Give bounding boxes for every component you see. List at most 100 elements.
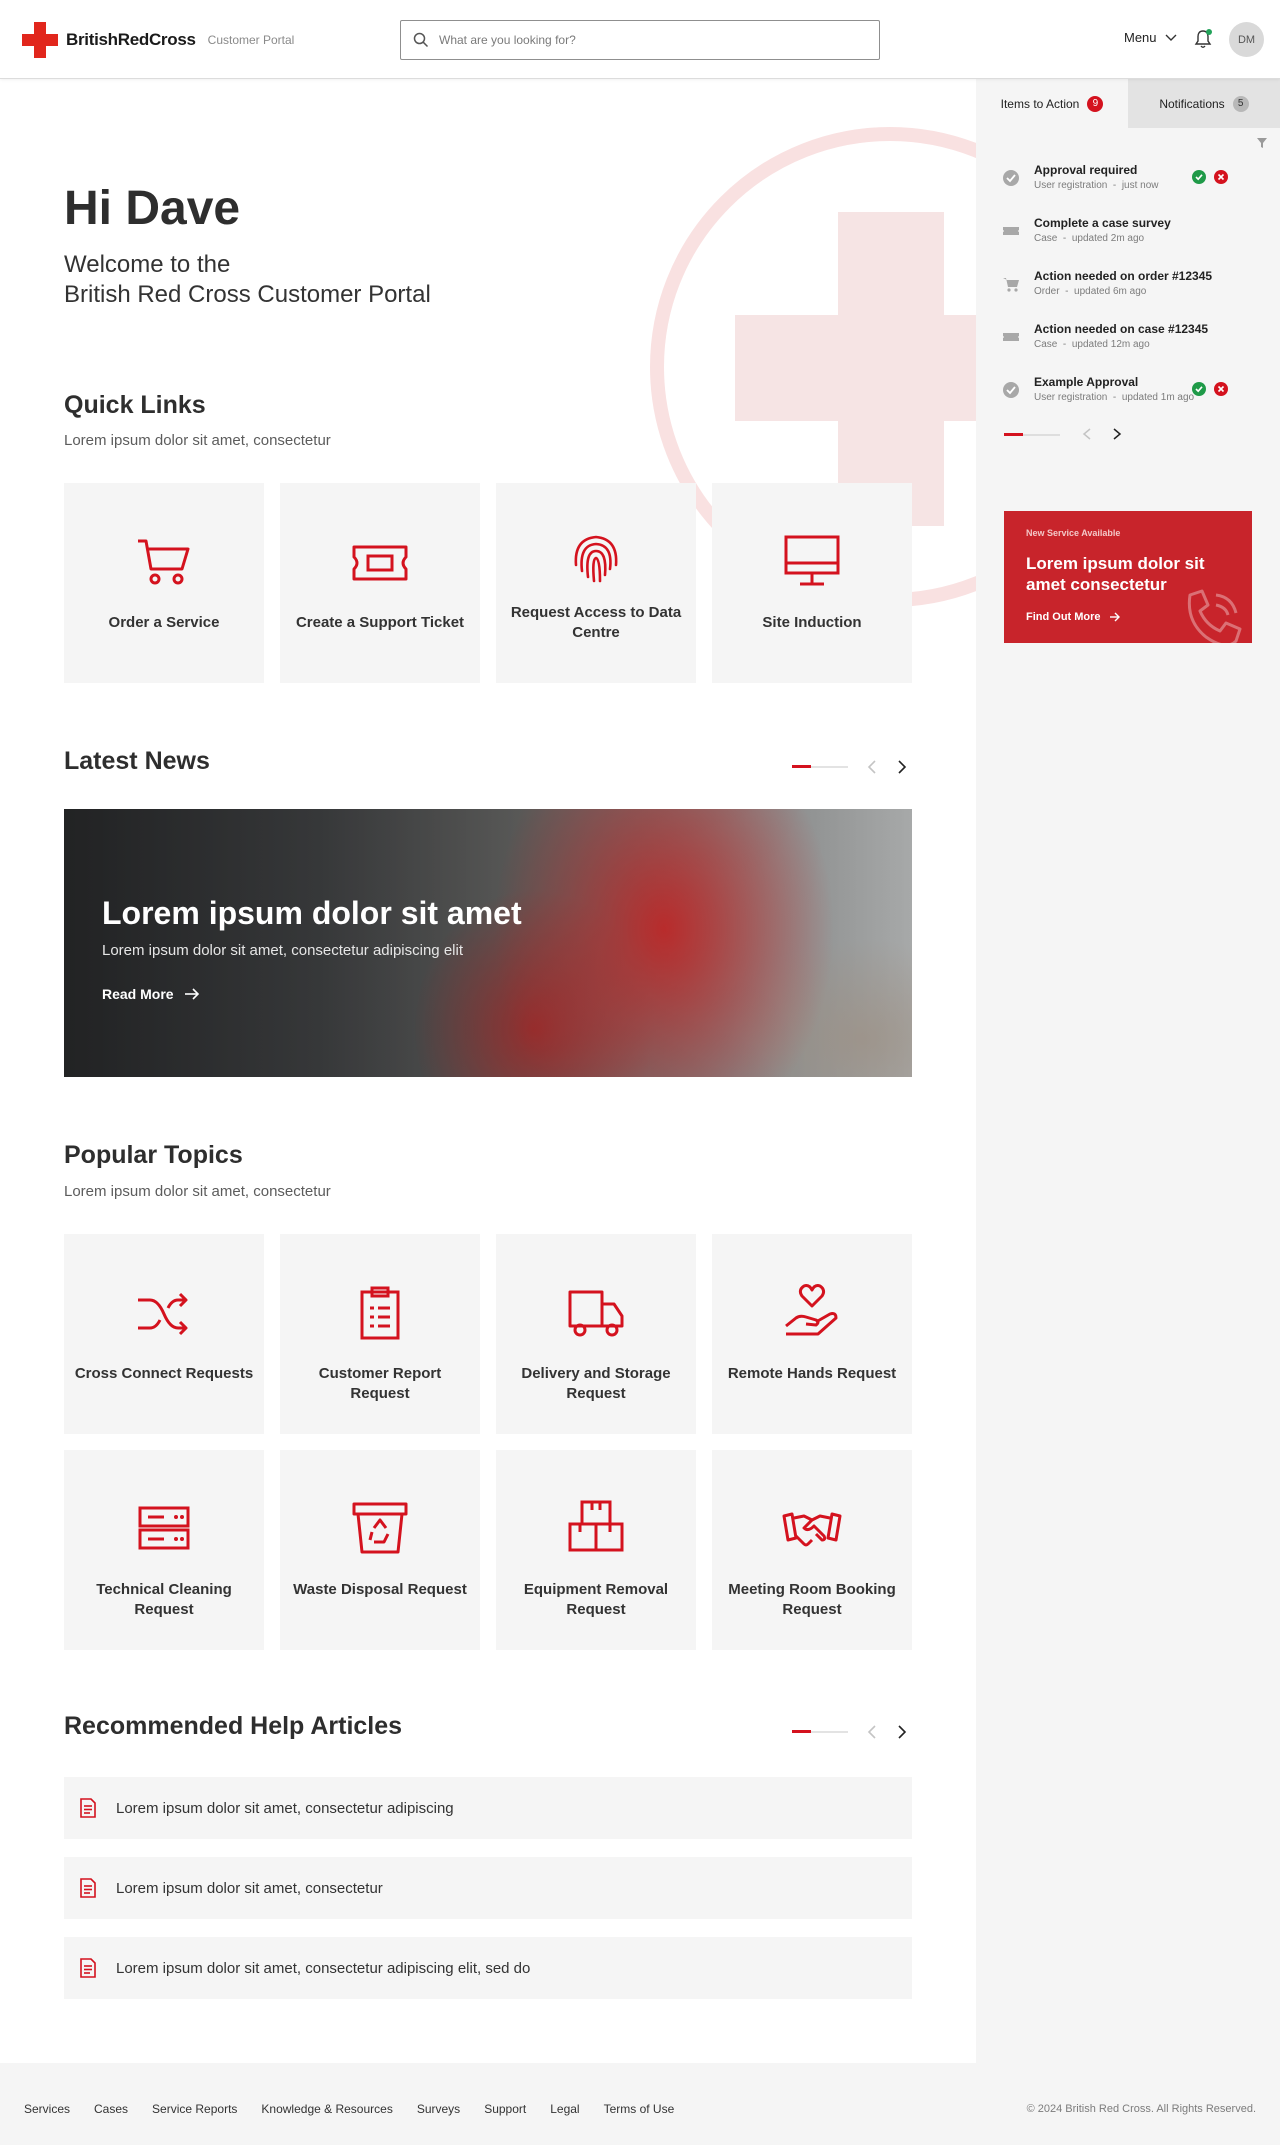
- action-item[interactable]: Example Approval User registration - upd…: [1002, 375, 1262, 419]
- topic-equipment-removal[interactable]: Equipment Removal Request: [496, 1450, 696, 1650]
- topic-delivery-storage[interactable]: Delivery and Storage Request: [496, 1234, 696, 1434]
- news-headline: Lorem ipsum dolor sit amet: [102, 895, 522, 931]
- help-article-item[interactable]: Lorem ipsum dolor sit amet, consectetur …: [64, 1937, 912, 1999]
- shuffle-icon: [138, 1292, 188, 1336]
- greeting-heading: Hi Dave: [64, 182, 241, 235]
- find-out-more-link[interactable]: Find Out More: [1026, 611, 1121, 623]
- close-icon: [1217, 173, 1225, 181]
- chevron-left-icon[interactable]: [1080, 427, 1094, 441]
- news-hero-card[interactable]: Lorem ipsum dolor sit amet Lorem ipsum d…: [64, 809, 912, 1077]
- promo-card[interactable]: New Service Available Lorem ipsum dolor …: [1004, 511, 1252, 643]
- approve-button[interactable]: [1192, 382, 1206, 396]
- footer-link-terms[interactable]: Terms of Use: [604, 2102, 675, 2116]
- action-item[interactable]: Complete a case survey Case - updated 2m…: [1002, 216, 1262, 260]
- action-item[interactable]: Approval required User registration - ju…: [1002, 163, 1262, 207]
- tile-label: Meeting Room Booking Request: [728, 1581, 896, 1618]
- chevron-right-icon[interactable]: [894, 1724, 910, 1740]
- handshake-icon: [782, 1512, 842, 1547]
- check-icon: [1195, 386, 1203, 393]
- chevron-right-icon[interactable]: [1110, 427, 1124, 441]
- quick-link-data-centre-access[interactable]: Request Access to Data Centre: [496, 483, 696, 683]
- footer-links: Services Cases Service Reports Knowledge…: [24, 2102, 698, 2116]
- notification-dot: [1206, 29, 1212, 35]
- avatar[interactable]: DM: [1229, 22, 1264, 57]
- footer-link-service-reports[interactable]: Service Reports: [152, 2102, 237, 2116]
- read-more-link[interactable]: Read More: [102, 986, 200, 1002]
- tile-label: Equipment Removal Request: [523, 1581, 669, 1618]
- tile-label: Technical Cleaning Request: [96, 1581, 232, 1618]
- tile-label: Site Induction: [762, 614, 862, 631]
- topic-technical-cleaning[interactable]: Technical Cleaning Request: [64, 1450, 264, 1650]
- server-icon: [138, 1506, 190, 1550]
- find-out-more-label: Find Out More: [1026, 611, 1101, 623]
- chevron-left-icon[interactable]: [864, 1724, 880, 1740]
- truck-icon: [568, 1290, 624, 1337]
- help-article-label: Lorem ipsum dolor sit amet, consectetur: [116, 1879, 383, 1897]
- footer-link-legal[interactable]: Legal: [550, 2102, 579, 2116]
- arrow-right-icon: [184, 988, 199, 1000]
- help-article-item[interactable]: Lorem ipsum dolor sit amet, consectetur …: [64, 1777, 912, 1839]
- footer-link-support[interactable]: Support: [484, 2102, 526, 2116]
- topic-customer-report[interactable]: Customer Report Request: [280, 1234, 480, 1434]
- footer-link-services[interactable]: Services: [24, 2102, 70, 2116]
- red-cross-logo-icon: [22, 22, 58, 58]
- help-carousel-progress: [792, 1730, 848, 1733]
- document-icon: [80, 1958, 96, 1978]
- approve-button[interactable]: [1192, 170, 1206, 184]
- tab-items-to-action[interactable]: Items to Action 9: [976, 79, 1128, 128]
- monitor-icon: [784, 535, 840, 586]
- topic-meeting-room-booking[interactable]: Meeting Room Booking Request: [712, 1450, 912, 1650]
- ticket-icon: [352, 545, 408, 581]
- action-item[interactable]: Action needed on case #12345 Case - upda…: [1002, 322, 1262, 366]
- reject-button[interactable]: [1214, 382, 1228, 396]
- action-item-title: Complete a case survey: [1034, 216, 1171, 230]
- chevron-right-icon[interactable]: [894, 759, 910, 775]
- quick-link-site-induction[interactable]: Site Induction: [712, 483, 912, 683]
- popular-topics-title: Popular Topics: [64, 1141, 243, 1169]
- footer-link-cases[interactable]: Cases: [94, 2102, 128, 2116]
- clipboard-icon: [360, 1286, 400, 1340]
- brand-logo[interactable]: BritishRedCross Customer Portal: [22, 22, 294, 58]
- search-box[interactable]: [400, 20, 880, 60]
- count-badge: 5: [1232, 95, 1249, 112]
- footer-link-knowledge-resources[interactable]: Knowledge & Resources: [261, 2102, 392, 2116]
- document-icon: [80, 1798, 96, 1818]
- tile-label: Request Access to Data Centre: [510, 604, 682, 641]
- help-article-item[interactable]: Lorem ipsum dolor sit amet, consectetur: [64, 1857, 912, 1919]
- chevron-down-icon: [1165, 34, 1177, 41]
- quick-link-support-ticket[interactable]: Create a Support Ticket: [280, 483, 480, 683]
- action-item-meta: User registration - just now: [1034, 180, 1159, 191]
- top-header: BritishRedCross Customer Portal Menu DM: [0, 0, 1280, 79]
- fingerprint-icon: [574, 535, 618, 583]
- reject-button[interactable]: [1214, 170, 1228, 184]
- actions-panel: Items to Action 9 Notifications 5 Approv…: [976, 79, 1280, 2063]
- tab-notifications[interactable]: Notifications 5: [1128, 79, 1280, 128]
- menu-button[interactable]: Menu: [1124, 30, 1177, 45]
- tab-label: Notifications: [1159, 96, 1225, 111]
- tile-label: Remote Hands Request: [727, 1365, 897, 1382]
- action-item-meta: User registration - updated 1m ago: [1034, 392, 1195, 403]
- search-input[interactable]: [439, 33, 859, 47]
- help-article-label: Lorem ipsum dolor sit amet, consectetur …: [116, 1799, 454, 1817]
- topic-waste-disposal[interactable]: Waste Disposal Request: [280, 1450, 480, 1650]
- chevron-left-icon[interactable]: [864, 759, 880, 775]
- topic-cross-connect[interactable]: Cross Connect Requests: [64, 1234, 264, 1434]
- promo-title: Lorem ipsum dolor sit amet consectetur: [1026, 554, 1205, 594]
- quick-link-order-service[interactable]: Order a Service: [64, 483, 264, 683]
- help-carousel-controls: [792, 1717, 912, 1747]
- panel-carousel-controls: [1004, 424, 1134, 444]
- read-more-label: Read More: [102, 986, 174, 1002]
- recycle-bin-icon: [352, 1502, 408, 1554]
- footer-link-surveys[interactable]: Surveys: [417, 2102, 460, 2116]
- action-item[interactable]: Action needed on order #12345 Order - up…: [1002, 269, 1262, 313]
- arrow-right-icon: [1109, 612, 1120, 622]
- filter-icon[interactable]: [1256, 137, 1268, 149]
- ticket-icon: [1003, 227, 1019, 235]
- latest-news-title: Latest News: [64, 747, 210, 775]
- tile-label: Order a Service: [108, 614, 220, 631]
- boxes-icon: [568, 1500, 624, 1552]
- help-article-label: Lorem ipsum dolor sit amet, consectetur …: [116, 1959, 531, 1977]
- action-item-title: Example Approval: [1034, 375, 1139, 389]
- topic-remote-hands[interactable]: Remote Hands Request: [712, 1234, 912, 1434]
- copyright-text: © 2024 British Red Cross. All Rights Res…: [1026, 2103, 1256, 2115]
